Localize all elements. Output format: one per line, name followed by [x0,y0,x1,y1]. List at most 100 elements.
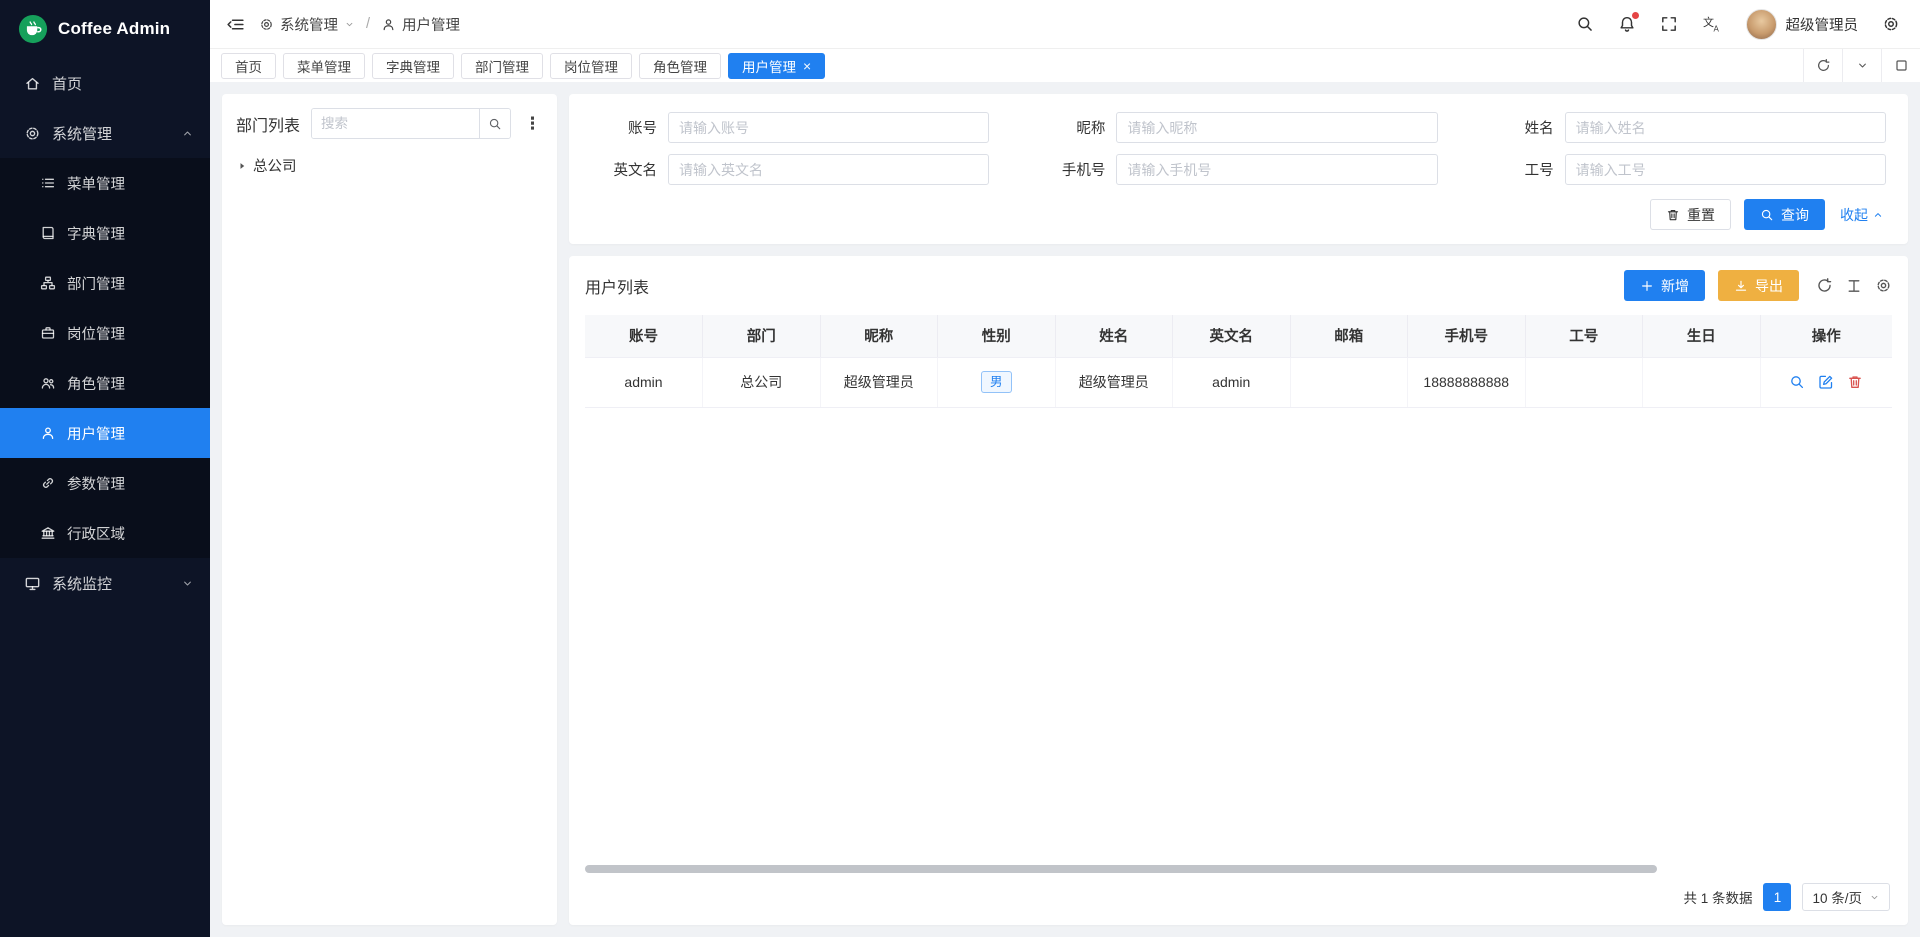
sidebar-item-param-management[interactable]: 参数管理 [0,458,210,508]
breadcrumb-separator: / [366,16,370,32]
account-input[interactable] [668,112,989,143]
breadcrumb-parent[interactable]: 系统管理 [259,14,355,35]
sidebar-item-user-management[interactable]: 用户管理 [0,408,210,458]
top-header: 系统管理 / 用户管理 [210,0,1920,49]
team-icon [40,375,56,391]
language-button[interactable]: 文A [1702,15,1722,33]
name-input[interactable] [1565,112,1886,143]
user-menu[interactable]: 超级管理员 [1746,9,1859,40]
chevron-down-icon [1856,59,1869,72]
column-header-work-no: 工号 [1525,315,1643,357]
english-name-input[interactable] [668,154,989,185]
chevron-down-icon [1869,892,1880,903]
list-icon [40,175,56,191]
table-settings-button[interactable] [1875,277,1892,294]
user-icon [40,425,56,441]
sidebar-item-post-management[interactable]: 岗位管理 [0,308,210,358]
user-table: 账号 部门 昵称 性别 姓名 英文名 邮箱 手机号 工号 生日 操作 [585,315,1892,408]
add-user-button[interactable]: 新增 [1624,270,1705,301]
view-row-button[interactable] [1789,374,1805,390]
reset-button[interactable]: 重置 [1650,199,1731,230]
sidebar-item-system-monitor[interactable]: 系统监控 [0,558,210,608]
column-header-nickname: 昵称 [820,315,938,357]
tab-post-management[interactable]: 岗位管理 [550,53,632,79]
table-row: admin 总公司 超级管理员 男 超级管理员 admin 1888888888… [585,357,1892,407]
sidebar-item-system-management[interactable]: 系统管理 [0,108,210,158]
caret-right-icon[interactable] [236,160,248,172]
fullscreen-button[interactable] [1660,15,1678,33]
column-height-icon [1846,278,1862,294]
home-icon [24,75,41,92]
department-search-input[interactable] [312,109,479,138]
svg-text:A: A [1713,25,1719,34]
phone-input[interactable] [1116,154,1437,185]
edit-row-button[interactable] [1818,374,1834,390]
tab-dept-management[interactable]: 部门管理 [461,53,543,79]
cell-name: 超级管理员 [1055,357,1173,407]
field-label: 英文名 [591,159,657,180]
delete-row-button[interactable] [1847,374,1863,390]
query-button[interactable]: 查询 [1744,199,1825,230]
pagination-total: 共 1 条数据 [1683,887,1752,907]
page-button-1[interactable]: 1 [1763,883,1791,911]
sidebar-item-menu-management[interactable]: 菜单管理 [0,158,210,208]
sidebar-collapse-button[interactable] [226,15,245,34]
sidebar-item-role-management[interactable]: 角色管理 [0,358,210,408]
gear-icon [1875,277,1892,294]
tab-close-icon[interactable]: × [803,59,811,73]
filter-actions: 重置 查询 收起 [591,199,1886,230]
tab-dict-management[interactable]: 字典管理 [372,53,454,79]
monitor-icon [24,575,41,592]
field-label: 姓名 [1488,117,1554,138]
table-density-button[interactable] [1846,278,1862,294]
settings-button[interactable] [1882,15,1900,33]
cell-english-name: admin [1173,357,1291,407]
menu-fold-icon [226,15,245,34]
tab-menu-management[interactable]: 菜单管理 [283,53,365,79]
cell-account: admin [585,357,703,407]
work-no-input[interactable] [1565,154,1886,185]
sidebar-item-label: 部门管理 [67,273,125,294]
sidebar-item-label: 角色管理 [67,373,125,394]
sidebar-item-dict-management[interactable]: 字典管理 [0,208,210,258]
user-list-header: 用户列表 新增 导出 [585,270,1892,301]
page-size-select[interactable]: 10 条/页 [1802,883,1890,911]
export-button-label: 导出 [1755,276,1783,296]
column-header-gender: 性别 [938,315,1056,357]
tabbar-tools [1803,49,1920,82]
table-refresh-button[interactable] [1816,277,1833,294]
cell-gender: 男 [938,357,1056,407]
horizontal-scrollbar-thumb[interactable] [585,865,1657,873]
table-header-row: 账号 部门 昵称 性别 姓名 英文名 邮箱 手机号 工号 生日 操作 [585,315,1892,357]
column-header-name: 姓名 [1055,315,1173,357]
sidebar-menu: 首页 系统管理 菜单管理 字典管理 部门管理 [0,58,210,937]
sidebar-submenu-system: 菜单管理 字典管理 部门管理 岗位管理 角色管理 [0,158,210,558]
refresh-icon [1816,277,1833,294]
breadcrumb-current[interactable]: 用户管理 [381,14,460,35]
nickname-input[interactable] [1116,112,1437,143]
tab-refresh-button[interactable] [1803,49,1842,82]
add-button-label: 新增 [1661,276,1689,296]
sidebar-item-home[interactable]: 首页 [0,58,210,108]
tab-home[interactable]: 首页 [221,53,276,79]
tab-user-management[interactable]: 用户管理 × [728,53,825,79]
filter-grid: 账号 昵称 姓名 英文名 [591,112,1886,185]
cell-phone: 18888888888 [1408,357,1526,407]
department-more-button[interactable]: ⋮ [522,115,543,132]
sidebar-item-dept-management[interactable]: 部门管理 [0,258,210,308]
collapse-filter-button[interactable]: 收起 [1838,199,1886,230]
global-search-button[interactable] [1576,15,1594,33]
breadcrumb-current-label: 用户管理 [402,14,460,35]
reset-button-label: 重置 [1687,205,1715,225]
department-search-button[interactable] [479,109,510,138]
notifications-button[interactable] [1618,15,1636,33]
filter-field-phone: 手机号 [1039,154,1437,185]
content-fullscreen-button[interactable] [1881,49,1920,82]
export-button[interactable]: 导出 [1718,270,1799,301]
tab-role-management[interactable]: 角色管理 [639,53,721,79]
tree-node-head-office[interactable]: 总公司 [236,153,543,178]
sidebar-item-admin-region[interactable]: 行政区域 [0,508,210,558]
page-tabs: 首页 菜单管理 字典管理 部门管理 岗位管理 角色管理 用户管理 × [221,53,825,79]
header-actions: 文A 超级管理员 [1576,9,1901,40]
tab-options-button[interactable] [1842,49,1881,82]
